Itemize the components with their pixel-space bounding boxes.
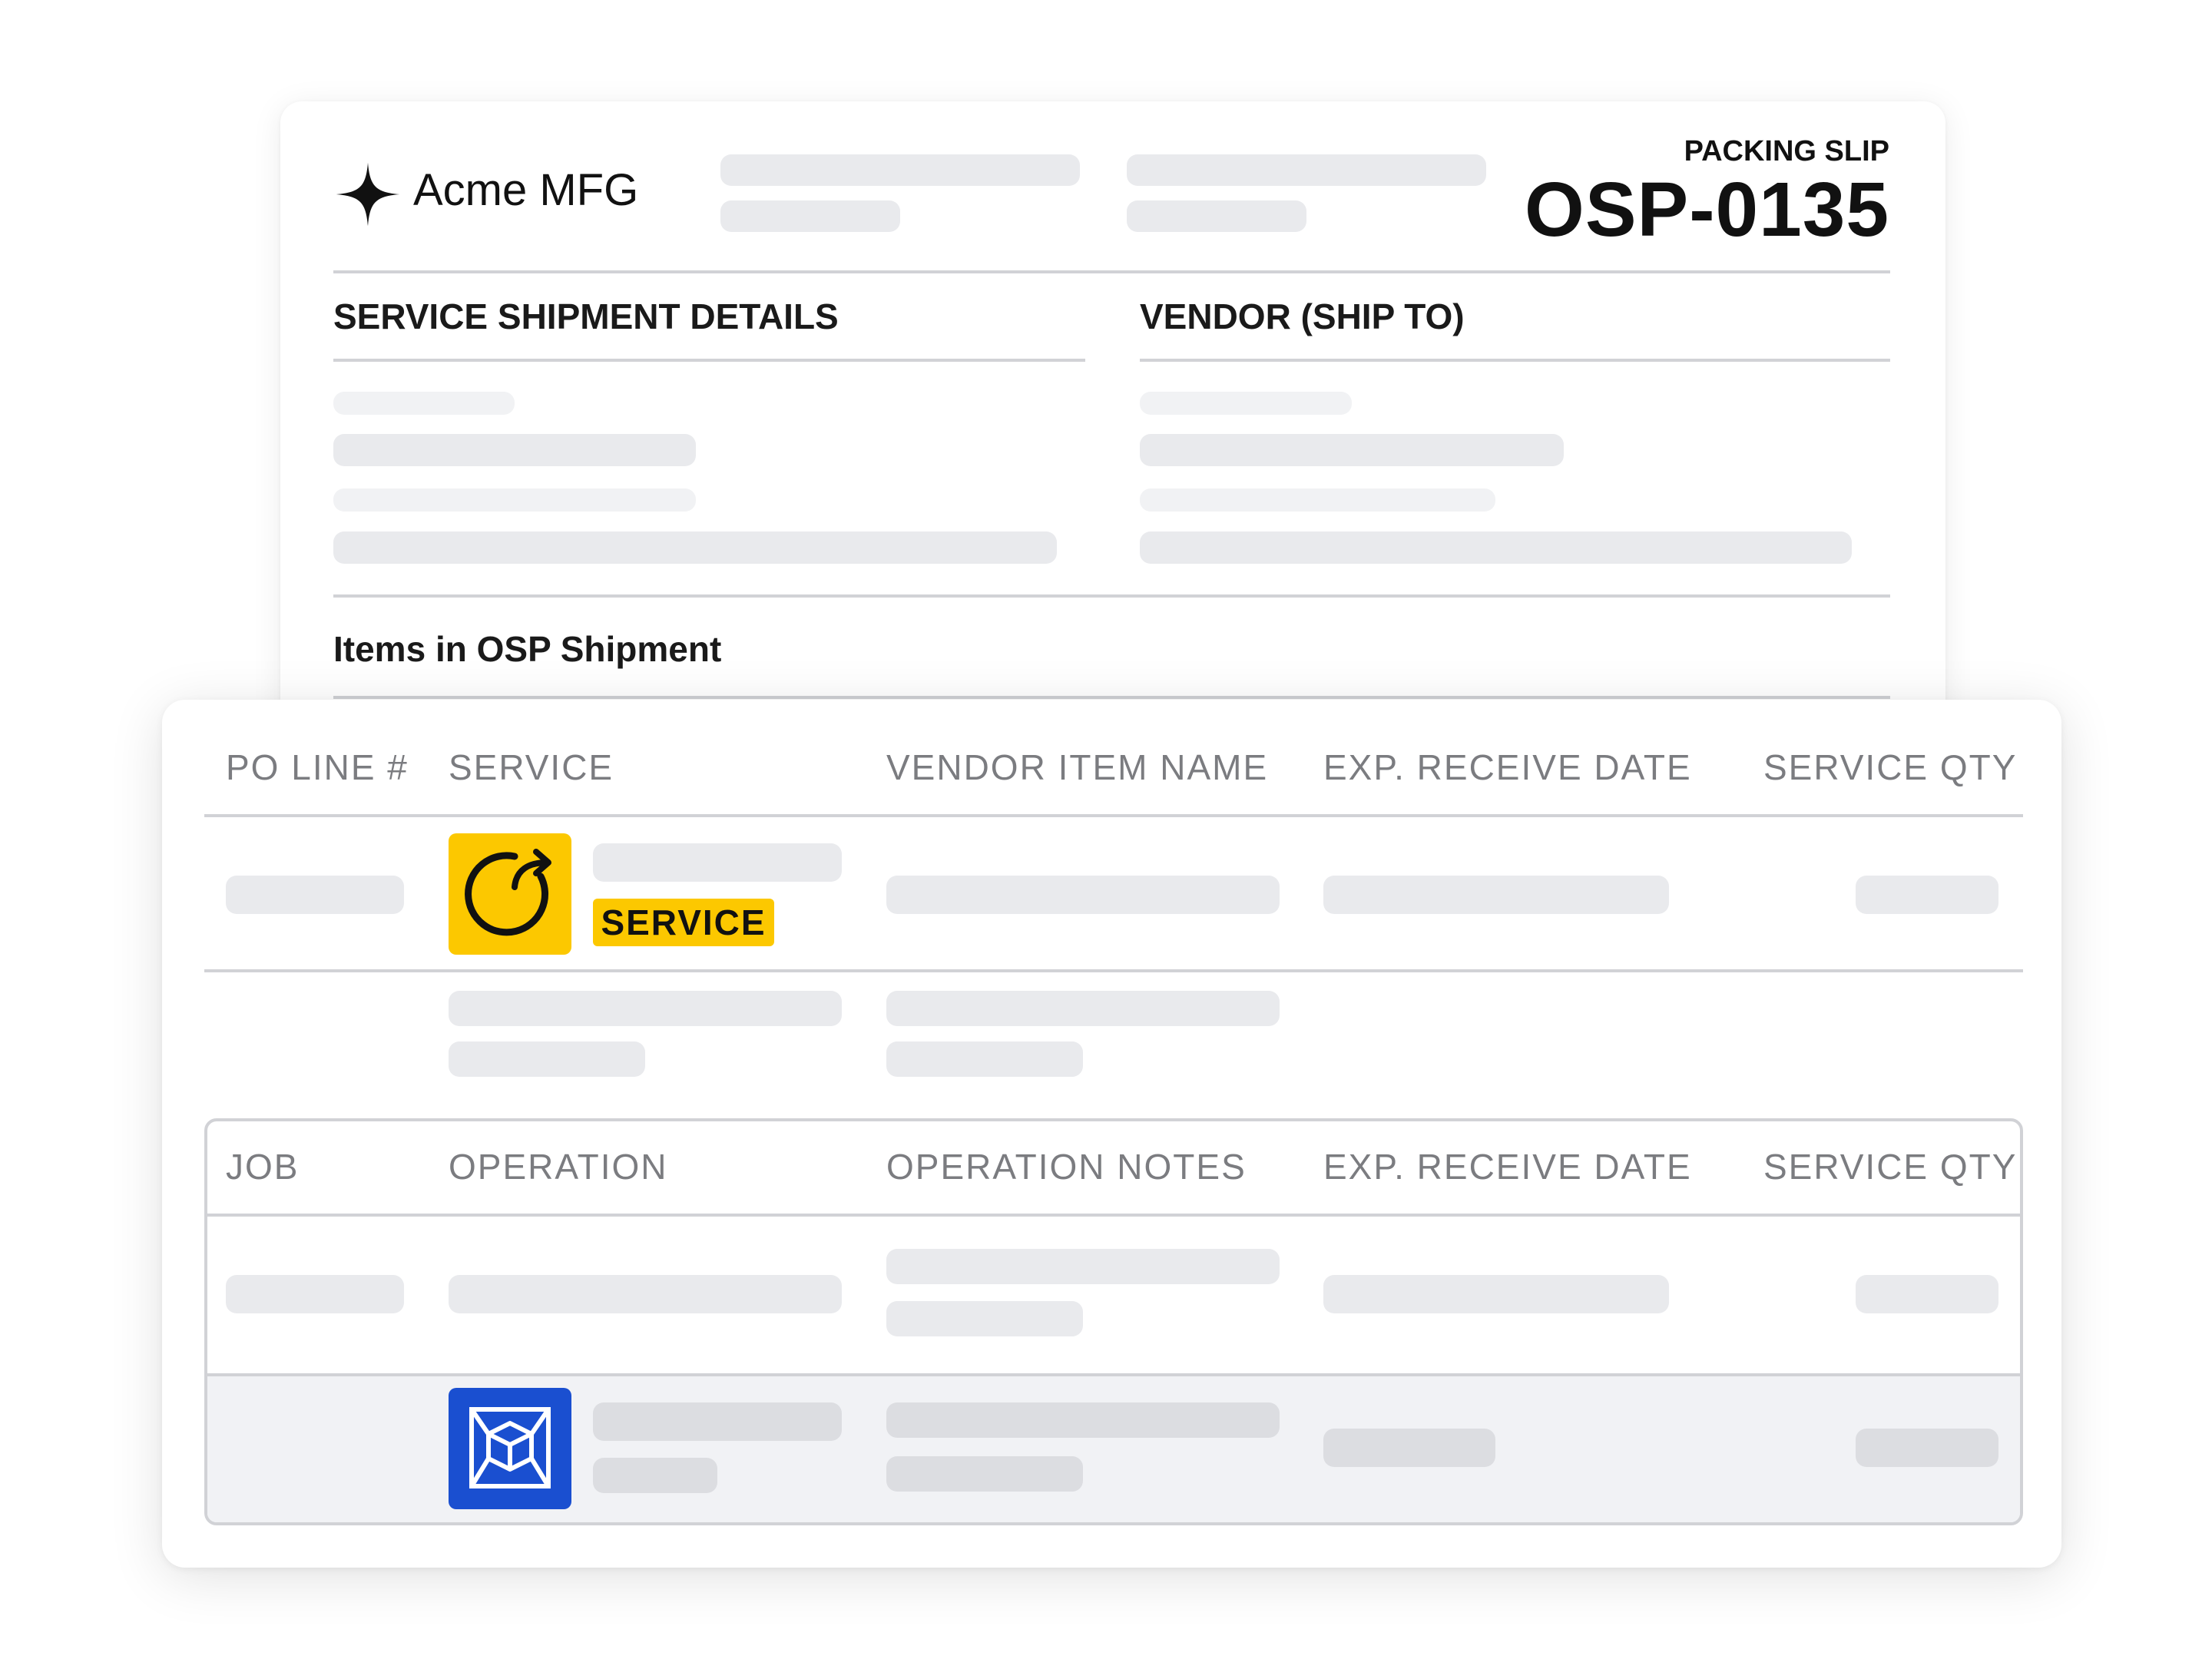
table-cell-placeholder: [593, 1402, 842, 1441]
vendor-placeholder: [1140, 531, 1852, 564]
items-heading: Items in OSP Shipment: [333, 629, 722, 669]
table-cell-placeholder: [593, 1458, 717, 1493]
table-cell-placeholder: [449, 991, 842, 1026]
divider: [333, 696, 1890, 699]
table-cell-placeholder: [449, 1275, 842, 1313]
packing-slip-label: PACKING SLIP: [1684, 135, 1889, 167]
col-header-job: JOB: [226, 1147, 300, 1187]
divider: [333, 359, 1085, 362]
vendor-heading: VENDOR (SHIP TO): [1140, 296, 1465, 336]
part-cube-icon: [449, 1388, 571, 1509]
col-header-operation: OPERATION: [449, 1147, 668, 1187]
col-header-exp-receive-date: EXP. RECEIVE DATE: [1323, 1147, 1692, 1187]
vendor-placeholder: [1140, 488, 1495, 512]
detail-placeholder: [333, 392, 515, 415]
table-cell-placeholder: [886, 1301, 1083, 1336]
table-divider: [204, 814, 2023, 817]
table-cell-placeholder: [1323, 1429, 1495, 1467]
table-divider: [207, 1214, 2020, 1217]
table-cell-placeholder: [1856, 1429, 1998, 1467]
shipment-details-heading: SERVICE SHIPMENT DETAILS: [333, 296, 839, 336]
table-cell-placeholder: [226, 876, 404, 914]
table-cell-placeholder: [1323, 1275, 1669, 1313]
table-cell-placeholder: [886, 1402, 1280, 1438]
header-placeholder: [720, 200, 900, 232]
table-cell-placeholder: [449, 1041, 645, 1077]
col-header-service-qty: SERVICE QTY: [1763, 1147, 2018, 1187]
table-cell-placeholder: [886, 1041, 1083, 1077]
header-placeholder: [1127, 154, 1486, 186]
service-refresh-icon: [449, 833, 571, 955]
col-header-service-qty: SERVICE QTY: [1763, 747, 2018, 787]
table-cell-placeholder: [1856, 876, 1998, 914]
table-divider: [204, 969, 2023, 972]
col-header-service: SERVICE: [449, 747, 614, 787]
packing-slip-number: OSP-0135: [1525, 167, 1889, 253]
vendor-placeholder: [1140, 392, 1352, 415]
table-cell-placeholder: [226, 1275, 404, 1313]
table-cell-placeholder: [886, 1456, 1083, 1492]
divider: [1140, 359, 1890, 362]
table-cell-placeholder: [886, 876, 1280, 914]
brand-name: Acme MFG: [413, 165, 639, 215]
vendor-placeholder: [1140, 434, 1564, 466]
detail-placeholder: [333, 488, 696, 512]
table-cell-placeholder: [593, 843, 842, 882]
table-cell-placeholder: [886, 1249, 1280, 1284]
table-cell-placeholder: [1323, 876, 1669, 914]
divider: [333, 594, 1890, 598]
header-placeholder: [1127, 200, 1306, 232]
four-point-star-icon: [336, 162, 400, 227]
header-placeholder: [720, 154, 1080, 186]
table-cell-placeholder: [1856, 1275, 1998, 1313]
service-badge: SERVICE: [593, 899, 774, 946]
col-header-exp-receive-date: EXP. RECEIVE DATE: [1323, 747, 1692, 787]
col-header-operation-notes: OPERATION NOTES: [886, 1147, 1247, 1187]
detail-placeholder: [333, 434, 696, 466]
divider: [333, 270, 1890, 273]
table-cell-placeholder: [886, 991, 1280, 1026]
col-header-po-line: PO LINE #: [226, 747, 409, 787]
col-header-vendor-item-name: VENDOR ITEM NAME: [886, 747, 1269, 787]
detail-placeholder: [333, 531, 1057, 564]
